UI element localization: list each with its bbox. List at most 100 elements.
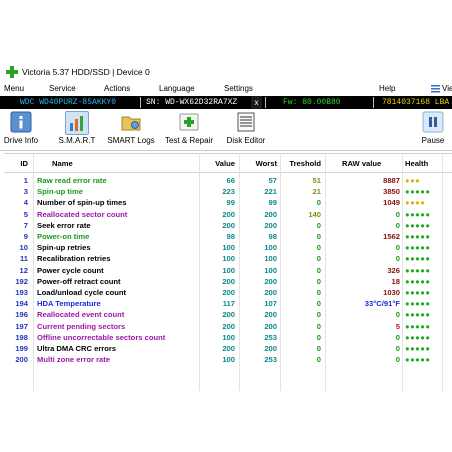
table-cell-name: Number of spin-up times (37, 198, 127, 208)
table-cell-id: 199 (15, 344, 28, 353)
table-cell-name: Spin-up retries (37, 243, 91, 253)
pause-label: Pause (421, 136, 445, 145)
table-cell-id: 11 (19, 254, 28, 264)
table-cell-health: ●●●●● (405, 220, 431, 230)
table-cell-raw-value: 0 (395, 355, 400, 365)
table-cell-worst: 57 (268, 176, 277, 185)
table-row[interactable]: 5 Reallocated sector count 200 200 140 0 ●●●●● (4, 209, 452, 220)
table-cell-name: Raw read error rate (37, 176, 107, 185)
victoria-window: Victoria 5.37 HDD/SSD | Device 0 Menu Se… (0, 62, 452, 391)
menu-item-actions[interactable]: Actions (104, 84, 130, 93)
table-cell-worst: 200 (264, 321, 277, 331)
table-cell-name: HDA Temperature (37, 299, 101, 309)
table-cell-value: 98 (226, 232, 235, 241)
table-cell-worst: 200 (264, 276, 277, 286)
table-row[interactable]: 199 Ultra DMA CRC errors 200 200 0 0 ●●●●● (4, 343, 452, 354)
table-cell-treshold: 0 (316, 288, 321, 297)
table-cell-value: 200 (222, 276, 235, 286)
test-repair-button[interactable]: Test & Repair (163, 111, 215, 148)
table-row[interactable]: 9 Power-on time 98 98 0 1562 ●●●●● (4, 231, 452, 242)
table-cell-worst: 200 (264, 288, 277, 297)
smart-button[interactable]: S.M.A.R.T (57, 111, 97, 148)
table-row[interactable]: 194 HDA Temperature 117 107 0 33°C/91°F ●●●●● (4, 298, 452, 309)
pause-button[interactable]: Pause (418, 111, 448, 148)
table-row[interactable]: 196 Reallocated event count 200 200 0 0 ●●●●● (4, 309, 452, 320)
smart-chart-icon (65, 111, 89, 135)
table-row[interactable]: 10 Spin-up retries 100 100 0 0 ●●●●● (4, 242, 452, 253)
table-row[interactable]: 1 Raw read error rate 66 57 51 8887 ●●● (4, 175, 452, 186)
table-row[interactable]: 3 Spin-up time 223 221 21 3850 ●●●●● (4, 186, 452, 197)
column-header-name[interactable]: Name (52, 158, 73, 169)
table-cell-name: Offline uncorrectable sectors count (37, 332, 166, 342)
table-cell-health: ●●●●● (405, 265, 431, 275)
table-cell-worst: 100 (264, 254, 277, 264)
table-cell-worst: 99 (268, 198, 277, 208)
table-row[interactable]: 12 Power cycle count 100 100 0 326 ●●●●● (4, 265, 452, 276)
table-cell-health: ●●●●● (405, 209, 431, 219)
column-header-value[interactable]: Value (204, 158, 235, 169)
table-row[interactable]: 4 Number of spin-up times 99 99 0 1049 ●●●● (4, 197, 452, 208)
title-bar: Victoria 5.37 HDD/SSD | Device 0 (0, 62, 452, 82)
smart-logs-icon (121, 116, 141, 131)
table-cell-health: ●●●● (405, 198, 426, 208)
column-header-worst[interactable]: Worst (244, 158, 277, 169)
table-cell-id: 192 (15, 276, 28, 286)
table-cell-raw-value: 0 (395, 243, 400, 253)
smart-logs-label: SMART Logs (107, 136, 155, 145)
table-row[interactable]: 197 Current pending sectors 200 200 0 5 ●●●●● (4, 321, 452, 332)
table-cell-value: 100 (222, 265, 235, 275)
table-cell-id: 3 (23, 187, 28, 197)
table-row[interactable]: 200 Multi zone error rate 100 253 0 0 ●●●●● (4, 354, 452, 365)
close-device-button[interactable]: x (251, 96, 262, 109)
column-header-treshold[interactable]: Treshold (284, 158, 321, 169)
table-cell-worst: 200 (264, 220, 277, 230)
smart-label: S.M.A.R.T (58, 136, 96, 145)
table-cell-raw-value: 0 (395, 344, 400, 353)
table-cell-id: 198 (15, 332, 28, 342)
table-cell-treshold: 0 (316, 310, 321, 320)
table-cell-treshold: 0 (316, 321, 321, 331)
table-cell-raw-value: 0 (395, 332, 400, 342)
menu-item-settings[interactable]: Settings (224, 84, 253, 93)
table-row[interactable]: 193 Load/unload cycle count 200 200 0 1030 ●●●… (4, 287, 452, 298)
column-header-id[interactable]: ID (4, 158, 28, 169)
table-row[interactable]: 192 Power-off retract count 200 200 0 18 ●●●●● (4, 276, 452, 287)
table-cell-value: 200 (222, 310, 235, 320)
table-cell-raw-value: 18 (391, 276, 400, 286)
menu-item-language[interactable]: Language (159, 84, 195, 93)
table-cell-name: Load/unload cycle count (37, 288, 127, 297)
table-cell-treshold: 0 (316, 243, 321, 253)
victoria-cross-icon (6, 66, 18, 78)
table-cell-raw-value: 0 (395, 209, 400, 219)
table-row[interactable]: 11 Recalibration retries 100 100 0 0 ●●●●● (4, 253, 452, 264)
smart-logs-button[interactable]: SMART Logs (106, 111, 156, 148)
table-cell-health: ●●●●● (405, 310, 431, 320)
drive-info-button[interactable]: Drive Info (1, 111, 41, 148)
menu-item-help[interactable]: Help (379, 84, 395, 93)
table-cell-treshold: 0 (316, 276, 321, 286)
drive-info-label: Drive Info (3, 136, 39, 145)
device-bar-divider (373, 97, 374, 108)
table-cell-treshold: 0 (316, 220, 321, 230)
table-cell-id: 5 (23, 209, 28, 219)
table-cell-worst: 200 (264, 344, 277, 353)
column-header-health[interactable]: Health (405, 158, 428, 169)
menu-item-menu[interactable]: Menu (4, 84, 24, 93)
table-cell-treshold: 0 (316, 254, 321, 264)
table-cell-id: 12 (19, 265, 28, 275)
column-header-raw-value[interactable]: RAW value (342, 158, 381, 169)
disk-editor-button[interactable]: Disk Editor (223, 111, 269, 148)
table-row[interactable]: 198 Offline uncorrectable sectors count 10… (4, 332, 452, 343)
menu-item-service[interactable]: Service (49, 84, 76, 93)
table-cell-worst: 98 (268, 232, 277, 241)
menu-item-view[interactable]: Vie (442, 84, 452, 93)
table-cell-id: 4 (23, 198, 28, 208)
table-cell-treshold: 0 (316, 344, 321, 353)
table-cell-health: ●●●●● (405, 187, 431, 197)
table-header: ID Name Value Worst Treshold RAW value H… (4, 158, 452, 169)
table-row[interactable]: 7 Seek error rate 200 200 0 0 ●●●●● (4, 220, 452, 231)
table-cell-raw-value: 0 (395, 220, 400, 230)
test-repair-icon (179, 113, 199, 131)
table-cell-name: Power-on time (37, 232, 90, 241)
device-bar-divider (265, 97, 266, 108)
